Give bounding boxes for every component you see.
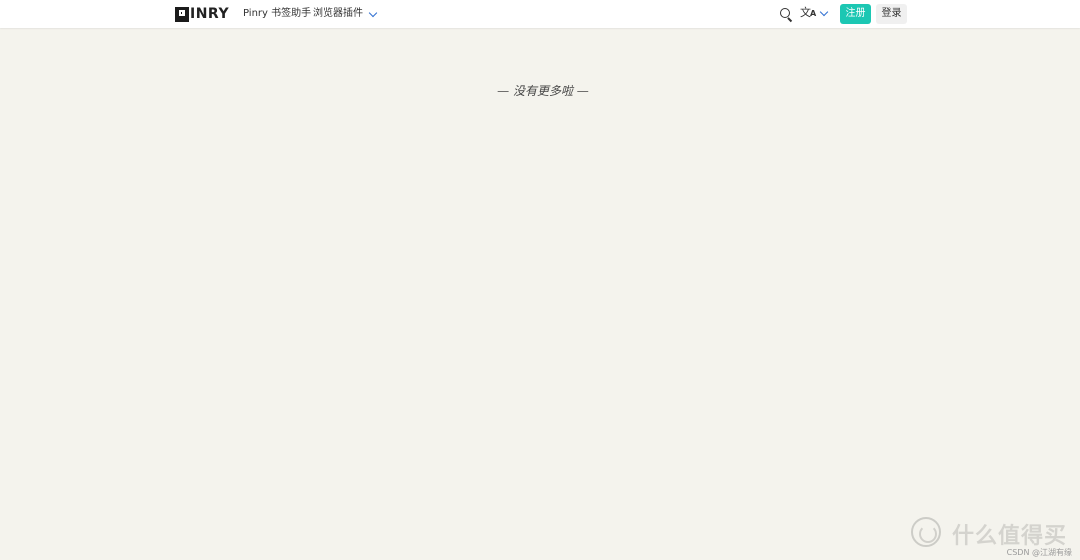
no-more-message: — 没有更多啦 — xyxy=(497,84,589,98)
translate-icon: 文A xyxy=(800,6,817,19)
browser-plugin-label: 浏览器插件 xyxy=(313,8,363,19)
language-dropdown[interactable]: 文A xyxy=(800,6,829,21)
logo-text: INRY xyxy=(190,5,230,22)
login-button[interactable]: 登录 xyxy=(876,4,907,24)
watermark-brand: 什么值得买 xyxy=(952,524,1068,549)
chevron-down-icon xyxy=(368,8,378,17)
top-navbar: INRY Pinry 书签助手 浏览器插件 文A 注册 登录 xyxy=(0,0,1080,28)
search-icon[interactable] xyxy=(780,8,790,18)
register-button[interactable]: 注册 xyxy=(840,4,871,24)
watermark-logo-icon xyxy=(911,517,941,547)
chevron-down-icon xyxy=(819,7,829,17)
pinry-logo[interactable]: INRY xyxy=(175,6,229,22)
logo-mark-icon xyxy=(175,6,189,22)
bookmark-helper-link[interactable]: Pinry 书签助手 xyxy=(243,7,311,21)
watermark-credit: CSDN @江湖有缘 xyxy=(1006,548,1072,557)
browser-plugin-dropdown[interactable]: 浏览器插件 xyxy=(313,7,378,21)
